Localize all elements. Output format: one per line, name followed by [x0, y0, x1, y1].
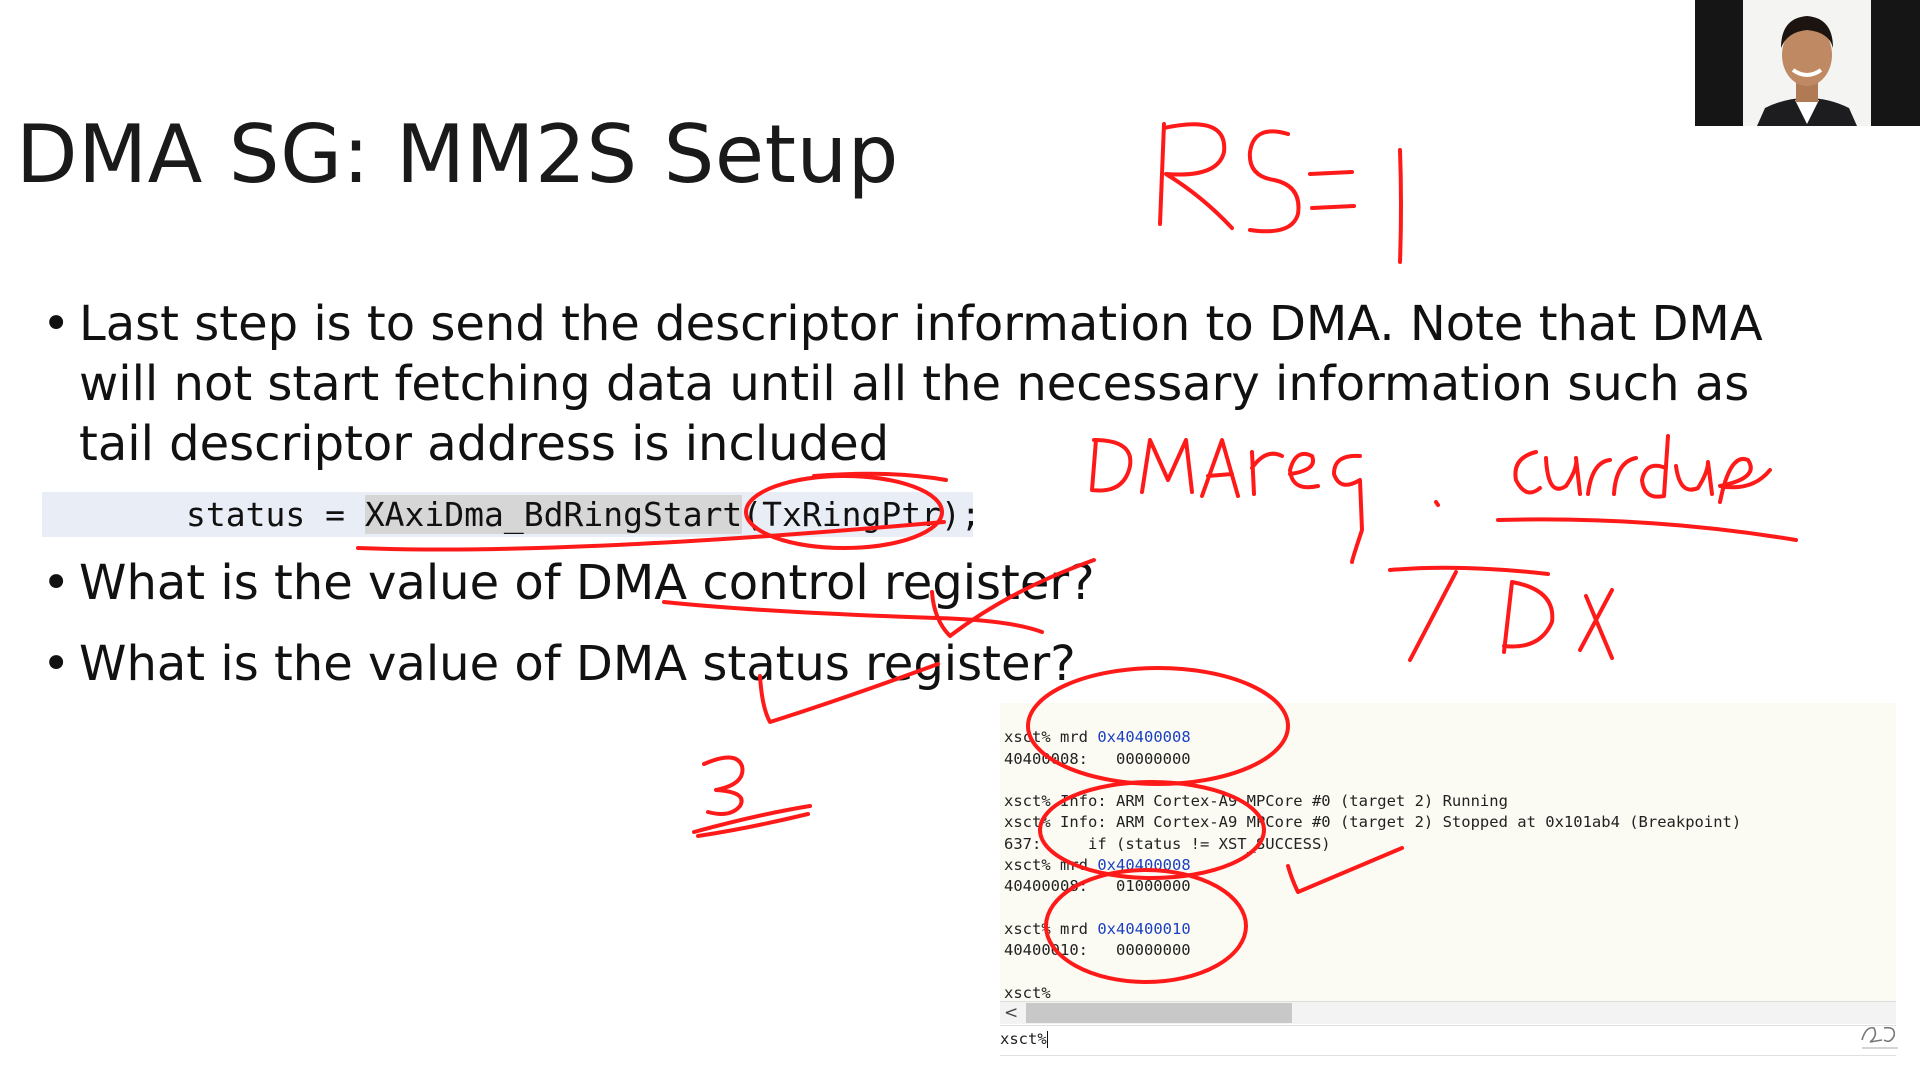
ink-dma-reg-curr-desc: [1090, 434, 1798, 564]
bullet-marker: •: [42, 636, 71, 692]
presenter-webcam: [1695, 0, 1920, 126]
console-line: 40400008: 00000000​: [1004, 749, 1191, 768]
code-prefix: status =: [186, 495, 365, 534]
text-cursor: [1046, 1031, 1048, 1048]
scroll-left-icon[interactable]: <: [1004, 1002, 1018, 1024]
console-line: ​: [1004, 898, 1741, 919]
console-output: xsct% mrd 0x40400008​ 40400008: 00000000​…: [1004, 706, 1741, 1047]
ink-rs-equals-one: [1158, 122, 1403, 264]
ink-number-three: [692, 755, 812, 838]
console-line: xsct% mrd 0x40400008​: [1004, 728, 1191, 747]
code-function-highlight: XAxiDma_BdRingStart: [364, 495, 743, 534]
xsct-console: xsct% mrd 0x40400008​ 40400008: 00000000​…: [1000, 703, 1896, 1003]
bullet-marker: •: [42, 296, 71, 352]
bullet-line: What is the value of DMA control registe…: [79, 555, 1095, 611]
console-line: ​: [1004, 770, 1741, 791]
console-line: xsct% mrd 0x40400010​: [1004, 919, 1191, 938]
console-input[interactable]: xsct%: [1000, 1025, 1896, 1056]
console-line: 40400010: 00000000​: [1004, 941, 1191, 960]
channel-watermark-logo-icon: [1861, 1026, 1898, 1049]
console-line: 637: if (status != XST_SUCCESS)​: [1004, 834, 1331, 853]
console-prompt: xsct%: [1000, 1030, 1048, 1048]
console-line: xsct% mrd 0x40400008​: [1004, 856, 1191, 875]
presenter-portrait-icon: [1695, 0, 1920, 126]
bullet-line: will not start fetching data until all t…: [79, 356, 1750, 412]
console-line: ​: [1004, 962, 1741, 983]
console-line: xsct% Info: ARM Cortex-A9 MPCore #0 (tar…: [1004, 813, 1742, 832]
bullet-marker: •: [42, 555, 71, 611]
ink-tdx: [1388, 565, 1614, 662]
bullet-line: tail descriptor address is included: [79, 416, 890, 472]
code-snippet: status = XAxiDma_BdRingStart(TxRingPtr);: [186, 492, 981, 537]
bullet-line: What is the value of DMA status register…: [79, 636, 1076, 692]
slide-title: DMA SG: MM2S Setup: [16, 108, 899, 201]
console-line: xsct% Info: ARM Cortex-A9 MPCore #0 (tar…: [1004, 792, 1508, 811]
bullet-line: Last step is to send the descriptor info…: [79, 296, 1763, 352]
code-suffix: (TxRingPtr);: [742, 495, 981, 534]
console-horizontal-scrollbar[interactable]: <: [1000, 1001, 1896, 1024]
scrollbar-thumb[interactable]: [1026, 1003, 1292, 1023]
console-line: 40400008: 01000000​: [1004, 877, 1191, 896]
